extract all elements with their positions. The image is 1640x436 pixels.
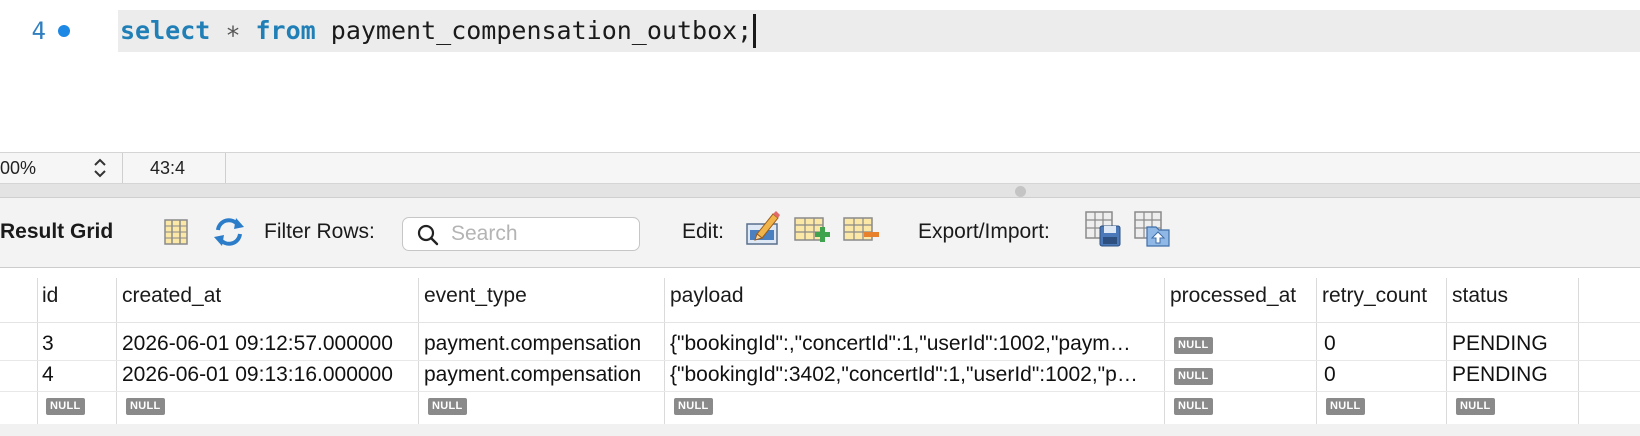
column-header-created-at[interactable]: created_at	[122, 283, 221, 309]
filter-search-box[interactable]	[402, 217, 640, 251]
null-badge[interactable]: NULL	[428, 398, 467, 415]
cursor-position: 43:4	[150, 158, 186, 178]
cell-status[interactable]: PENDING	[1452, 331, 1548, 357]
edit-row-icon[interactable]	[745, 210, 781, 246]
keyword-from: from	[255, 16, 316, 45]
column-divider[interactable]	[418, 278, 419, 436]
edit-label: Edit:	[682, 220, 725, 243]
column-divider[interactable]	[1446, 278, 1447, 436]
cell-id[interactable]: 4	[42, 362, 54, 388]
row-divider	[0, 391, 1640, 392]
zoom-level[interactable]: 00%	[0, 153, 36, 183]
column-divider[interactable]	[1578, 278, 1579, 436]
asterisk-operator: ∗	[225, 16, 241, 45]
editor-status-bar: 00% 43:4	[0, 152, 1640, 184]
column-divider[interactable]	[1316, 278, 1317, 436]
column-header-event-type[interactable]: event_type	[424, 283, 527, 309]
null-badge[interactable]: NULL	[1326, 398, 1365, 415]
cell-retry-count[interactable]: 0	[1324, 331, 1336, 357]
grid-bottom-strip	[0, 424, 1640, 436]
column-divider[interactable]	[1164, 278, 1165, 436]
cell-retry-count[interactable]: 0	[1324, 362, 1336, 388]
column-divider[interactable]	[116, 278, 117, 436]
line-number: 4	[31, 17, 46, 45]
sql-statement[interactable]: select ∗ from payment_compensation_outbo…	[120, 14, 757, 48]
table-name: payment_compensation_outbox	[330, 16, 738, 45]
null-badge[interactable]: NULL	[126, 398, 165, 415]
statement-terminator: ;	[737, 16, 753, 45]
null-badge[interactable]: NULL	[1456, 398, 1495, 415]
null-badge[interactable]: NULL	[1174, 368, 1213, 385]
text-caret	[753, 14, 757, 48]
null-badge[interactable]: NULL	[1174, 337, 1213, 354]
result-grid[interactable]: id created_at event_type payload process…	[0, 268, 1640, 436]
cell-event-type[interactable]: payment.compensation	[424, 331, 662, 357]
pane-splitter[interactable]	[0, 184, 1640, 198]
column-header-processed-at[interactable]: processed_at	[1170, 283, 1296, 309]
zoom-stepper-icon[interactable]	[92, 156, 108, 180]
export-import-label: Export/Import:	[918, 220, 1050, 243]
result-grid-label: Result Grid	[0, 220, 114, 243]
filter-rows-label: Filter Rows:	[264, 220, 375, 243]
null-badge[interactable]: NULL	[46, 398, 85, 415]
cell-payload[interactable]: {"bookingId":,"concertId":1,"userId":100…	[670, 331, 1160, 357]
keyword-select: select	[120, 16, 211, 45]
cell-id[interactable]: 3	[42, 331, 54, 357]
export-icon[interactable]	[1084, 210, 1122, 248]
search-icon	[417, 224, 439, 246]
header-divider	[0, 322, 1640, 323]
cell-status[interactable]: PENDING	[1452, 362, 1548, 388]
cell-payload[interactable]: {"bookingId":3402,"concertId":1,"userId"…	[670, 362, 1160, 388]
cell-created-at[interactable]: 2026-06-01 09:13:16.000000	[122, 362, 414, 388]
add-row-icon[interactable]	[793, 214, 831, 244]
status-divider	[225, 153, 226, 183]
cell-event-type[interactable]: payment.compensation	[424, 362, 662, 388]
column-header-retry-count[interactable]: retry_count	[1322, 283, 1427, 309]
status-divider	[122, 153, 123, 183]
splitter-handle-icon[interactable]	[1015, 186, 1026, 197]
refresh-icon[interactable]	[212, 216, 246, 248]
delete-row-icon[interactable]	[842, 214, 880, 244]
null-badge[interactable]: NULL	[1174, 398, 1213, 415]
row-divider	[0, 360, 1640, 361]
result-toolbar: Result Grid Filter Rows: Edit:	[0, 198, 1640, 268]
sql-editor[interactable]: 4 select ∗ from payment_compensation_out…	[0, 0, 1640, 152]
column-divider[interactable]	[664, 278, 665, 436]
column-toggle-icon[interactable]	[163, 218, 189, 246]
null-badge[interactable]: NULL	[674, 398, 713, 415]
column-divider[interactable]	[37, 278, 38, 436]
import-icon[interactable]	[1133, 210, 1171, 248]
search-input[interactable]	[451, 222, 631, 246]
column-header-status[interactable]: status	[1452, 283, 1508, 309]
column-header-id[interactable]: id	[42, 283, 58, 309]
column-header-payload[interactable]: payload	[670, 283, 744, 309]
breakpoint-dot-icon[interactable]	[58, 25, 70, 37]
cell-created-at[interactable]: 2026-06-01 09:12:57.000000	[122, 331, 414, 357]
